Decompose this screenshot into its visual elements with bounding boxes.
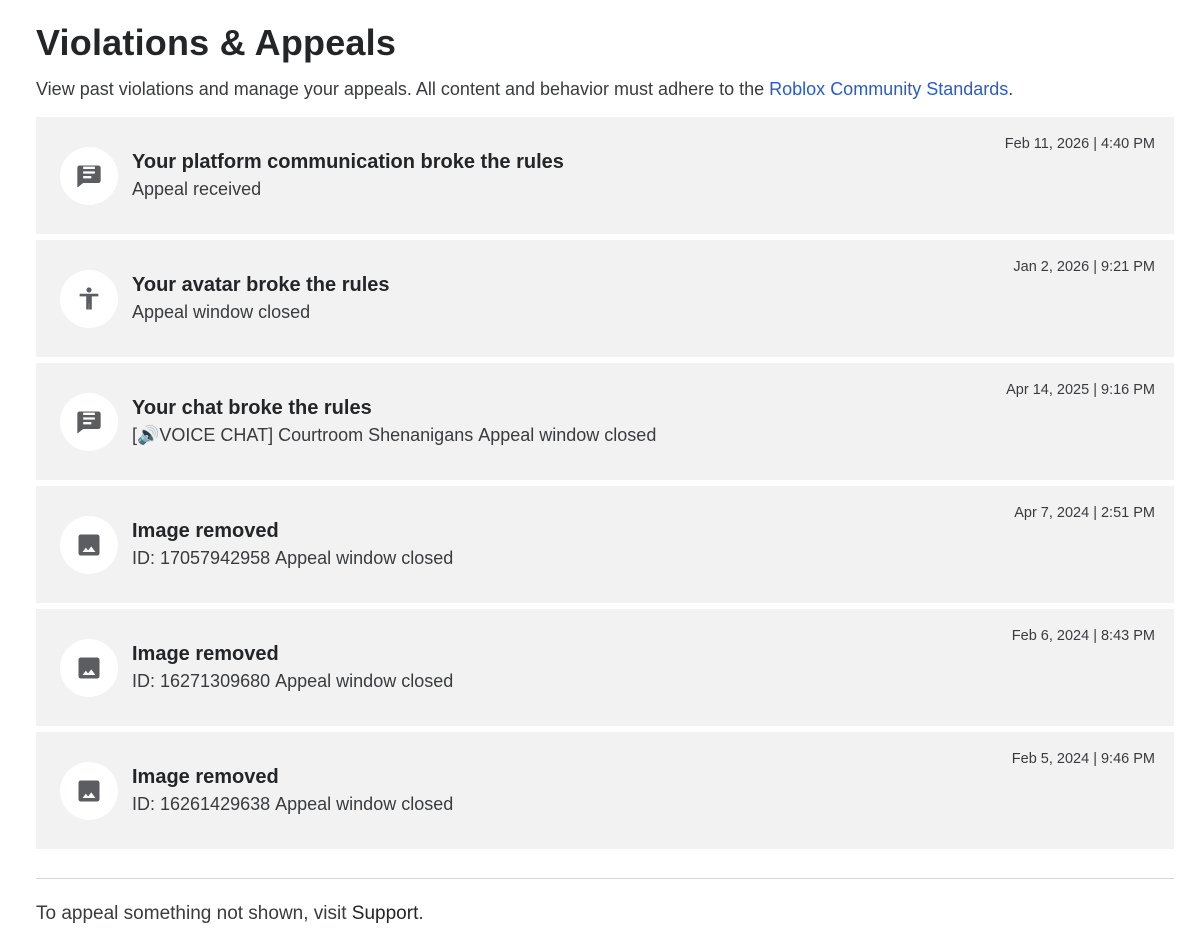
violation-date: Apr 7, 2024 | 2:51 PM xyxy=(1014,505,1155,521)
message-icon xyxy=(60,147,118,205)
appeal-status: Appeal window closed xyxy=(275,671,454,691)
image-icon xyxy=(60,762,118,820)
page-title: Violations & Appeals xyxy=(36,22,397,63)
page-intro: View past violations and manage your app… xyxy=(36,79,1013,100)
appeal-status: Appeal window closed xyxy=(132,302,311,322)
violation-detail: ID: 17057942958 xyxy=(132,548,271,568)
appeal-status: Appeal window closed xyxy=(275,794,454,814)
violation-subtitle: Appeal received xyxy=(132,179,261,200)
community-standards-link[interactable]: Roblox Community Standards xyxy=(769,79,1008,99)
violation-detail: [🔊VOICE CHAT] Courtroom Shenanigans xyxy=(132,425,474,445)
support-link[interactable]: Support xyxy=(352,903,419,924)
footer-label: To appeal something not shown, visit xyxy=(36,903,347,924)
violation-card[interactable]: Your avatar broke the rules Appeal window… xyxy=(36,240,1174,357)
violation-card[interactable]: Image removed ID: 16271309680 Appeal windo… xyxy=(36,609,1174,726)
image-icon xyxy=(60,639,118,697)
violation-date: Feb 11, 2026 | 4:40 PM xyxy=(1004,136,1155,152)
appeal-status: Appeal window closed xyxy=(275,548,454,568)
violation-title: Your platform communication broke the ru… xyxy=(132,151,564,173)
violation-date: Jan 2, 2026 | 9:21 PM xyxy=(1013,259,1155,275)
violation-title: Image removed xyxy=(132,766,279,788)
avatar-icon xyxy=(60,270,118,328)
violation-detail: ID: 16271309680 xyxy=(132,671,271,691)
appeal-status: Appeal received xyxy=(132,179,262,199)
violation-subtitle: Appeal window closed xyxy=(132,302,310,323)
footer-text: To appeal something not shown, visit Sup… xyxy=(36,903,424,925)
violation-title: Image removed xyxy=(132,520,279,542)
intro-end: . xyxy=(1008,79,1014,99)
violation-title: Image removed xyxy=(132,643,279,665)
appeal-status: Appeal window closed xyxy=(478,425,657,445)
violation-card[interactable]: Your platform communication broke the ru… xyxy=(36,117,1174,234)
image-icon xyxy=(60,516,118,574)
message-icon xyxy=(60,393,118,451)
violation-date: Feb 5, 2024 | 9:46 PM xyxy=(1011,751,1155,767)
violation-title: Your chat broke the rules xyxy=(132,397,372,419)
violation-date: Feb 6, 2024 | 8:43 PM xyxy=(1011,628,1155,644)
violation-date: Apr 14, 2025 | 9:16 PM xyxy=(1006,382,1155,398)
footer-end: . xyxy=(418,903,424,924)
violation-card[interactable]: Image removed ID: 16261429638 Appeal windo… xyxy=(36,732,1174,849)
violation-subtitle: ID: 16271309680 Appeal window closed xyxy=(132,671,453,692)
violation-detail: ID: 16261429638 xyxy=(132,794,271,814)
violation-card[interactable]: Your chat broke the rules [🔊VOICE CHAT] C… xyxy=(36,363,1174,480)
intro-text: View past violations and manage your app… xyxy=(36,79,765,99)
violation-subtitle: ID: 16261429638 Appeal window closed xyxy=(132,794,453,815)
violation-subtitle: [🔊VOICE CHAT] Courtroom Shenanigans Appea… xyxy=(132,425,656,446)
divider xyxy=(36,878,1174,879)
violation-card[interactable]: Image removed ID: 17057942958 Appeal windo… xyxy=(36,486,1174,603)
violation-subtitle: ID: 17057942958 Appeal window closed xyxy=(132,548,453,569)
violation-title: Your avatar broke the rules xyxy=(132,274,390,296)
violation-list: Your platform communication broke the ru… xyxy=(36,117,1174,855)
